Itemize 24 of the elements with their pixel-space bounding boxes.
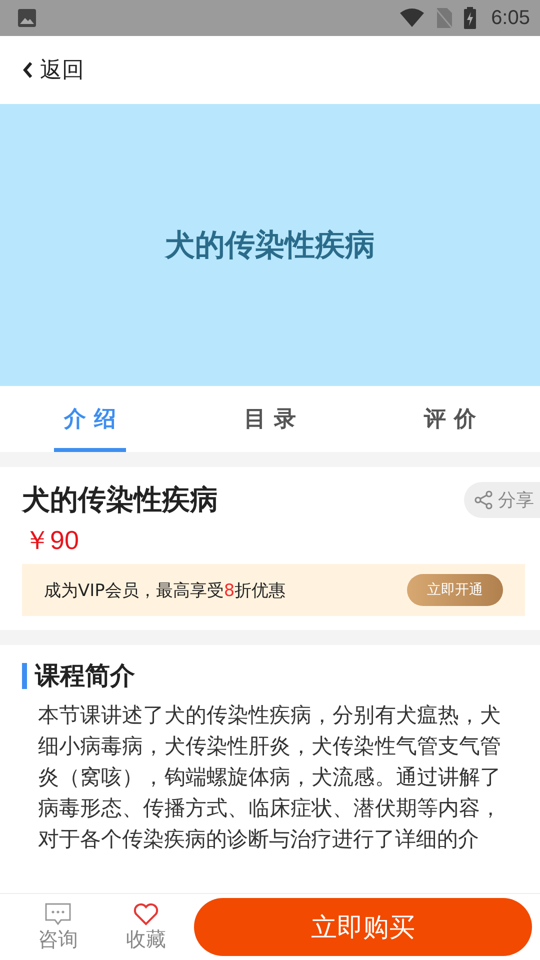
share-button[interactable]: 分享 (464, 482, 540, 518)
vip-activate-button[interactable]: 立即开通 (407, 574, 503, 606)
course-price: ￥90 (24, 524, 80, 557)
vip-offer-text: 成为VIP会员，最高享受8折优惠 (44, 580, 286, 602)
course-title: 犬的传染性疾病 (22, 482, 218, 518)
battery-icon (463, 7, 478, 29)
share-icon (474, 490, 494, 510)
favorite-button[interactable]: 收藏 (116, 902, 176, 952)
tab[interactable]: 评 价 (414, 386, 486, 452)
no-sim-icon (435, 7, 454, 29)
image-icon (17, 8, 37, 28)
tab[interactable]: 目 录 (234, 386, 306, 452)
back-button[interactable]: 返回 (22, 55, 84, 85)
chevron-left-icon (22, 61, 34, 79)
wifi-icon (399, 8, 426, 28)
banner-title: 犬的传染性疾病 (165, 226, 375, 264)
heading-marker (22, 662, 27, 688)
status-time: 6:05 (491, 6, 530, 30)
section-heading: 课程简介 (35, 660, 135, 692)
buy-now-button[interactable]: 立即购买 (194, 898, 532, 956)
course-description: 本节课讲述了犬的传染性疾病，分别有犬瘟热，犬细小病毒病，犬传染性肝炎，犬传染性气管支气管炎（窝咳），钩端螺旋体病，犬流感。通过讲解了病毒形态、传播方式、临床症状、潜伏期等内容，对于各个传染疾病的诊断与治疗进行了详细的介 (38, 702, 501, 853)
consult-button[interactable]: 咨询 (28, 902, 88, 952)
chat-icon (44, 902, 72, 926)
heart-icon (133, 902, 159, 926)
